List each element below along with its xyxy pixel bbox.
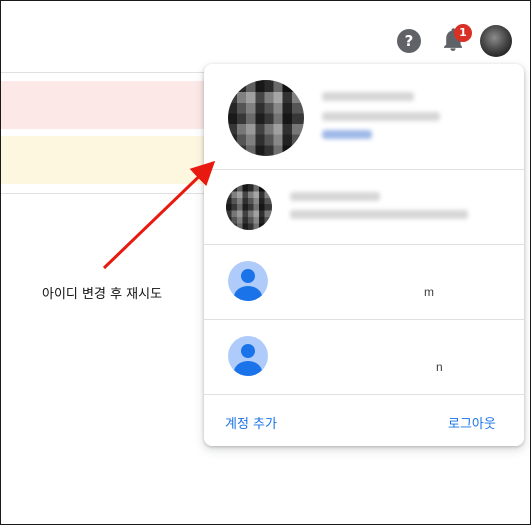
account-name-blurred	[322, 92, 414, 101]
add-account-button[interactable]: 계정 추가	[225, 413, 277, 432]
account-email-blurred	[290, 210, 468, 219]
account-item-4[interactable]: n	[204, 320, 524, 394]
menu-divider	[204, 394, 524, 395]
header-divider	[1, 72, 221, 73]
annotation-text: 아이디 변경 후 재시도	[42, 287, 163, 302]
logout-button[interactable]: 로그아웃	[448, 413, 496, 432]
account-avatar-button[interactable]	[480, 25, 512, 57]
account-switcher-menu: m n 계정 추가 로그아웃	[204, 64, 524, 446]
notification-count-badge: 1	[454, 24, 472, 42]
default-user-icon	[228, 261, 268, 301]
account-link-blurred	[322, 130, 372, 139]
list-divider	[1, 193, 221, 194]
account-name-blurred	[290, 192, 380, 201]
account-avatar-blurred	[226, 184, 272, 230]
account-item-current[interactable]	[204, 64, 524, 169]
account-text: m	[424, 285, 434, 299]
account-text: n	[436, 360, 443, 374]
account-item-2[interactable]	[204, 170, 524, 244]
list-row-highlight-red[interactable]	[1, 81, 216, 129]
account-item-3[interactable]: m	[204, 245, 524, 319]
account-avatar-blurred	[228, 80, 304, 156]
help-icon: ?	[404, 32, 414, 50]
list-row-highlight-yellow[interactable]	[1, 136, 216, 184]
default-user-icon	[228, 336, 268, 376]
help-button[interactable]: ?	[397, 29, 421, 53]
account-email-blurred	[322, 112, 440, 121]
